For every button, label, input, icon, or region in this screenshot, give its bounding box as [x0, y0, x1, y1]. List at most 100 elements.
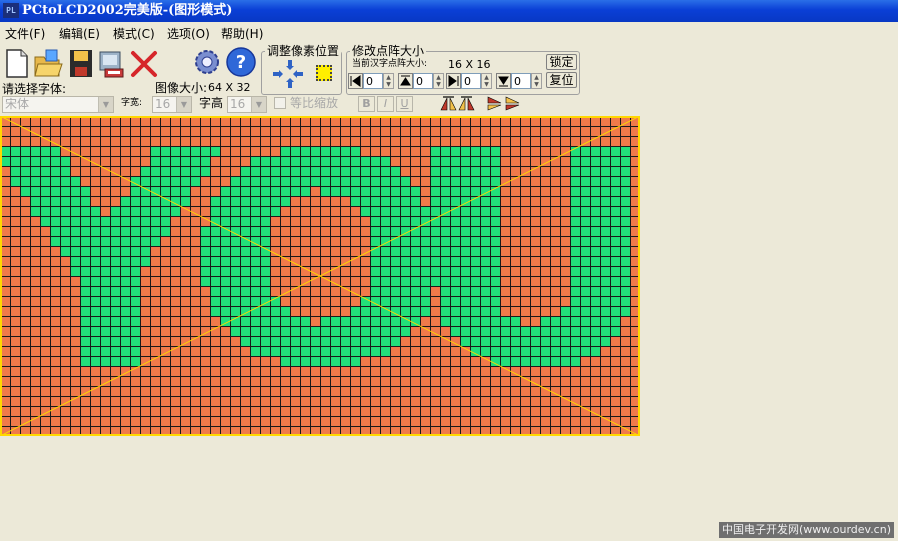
pixel-off[interactable] [571, 127, 580, 136]
pixel-off[interactable] [191, 227, 200, 236]
pixel-on[interactable] [221, 297, 230, 306]
pixel-off[interactable] [11, 387, 20, 396]
pixel-off[interactable] [41, 267, 50, 276]
pixel-off[interactable] [31, 137, 40, 146]
pixel-off[interactable] [321, 117, 330, 126]
pixel-off[interactable] [151, 407, 160, 416]
pixel-off[interactable] [551, 367, 560, 376]
pixel-off[interactable] [71, 417, 80, 426]
spin-right-stepper[interactable]: ▲ ▼ [481, 73, 492, 89]
pixel-off[interactable] [461, 377, 470, 386]
pixel-on[interactable] [81, 207, 90, 216]
pixel-off[interactable] [281, 377, 290, 386]
pixel-off[interactable] [261, 127, 270, 136]
pixel-on[interactable] [511, 327, 520, 336]
pixel-on[interactable] [411, 267, 420, 276]
pixel-off[interactable] [171, 247, 180, 256]
pixel-off[interactable] [1, 137, 10, 146]
pixel-on[interactable] [261, 167, 270, 176]
pixel-on[interactable] [241, 267, 250, 276]
pixel-off[interactable] [501, 197, 510, 206]
pixel-off[interactable] [571, 117, 580, 126]
pixel-off[interactable] [621, 327, 630, 336]
pixel-on[interactable] [91, 357, 100, 366]
pixel-on[interactable] [41, 217, 50, 226]
pixel-on[interactable] [391, 187, 400, 196]
pixel-off[interactable] [91, 417, 100, 426]
pixel-on[interactable] [61, 177, 70, 186]
pixel-on[interactable] [71, 237, 80, 246]
pixel-off[interactable] [561, 187, 570, 196]
pixel-off[interactable] [561, 177, 570, 186]
pixel-off[interactable] [541, 147, 550, 156]
pixel-on[interactable] [271, 337, 280, 346]
pixel-off[interactable] [191, 197, 200, 206]
pixel-off[interactable] [431, 117, 440, 126]
pixel-on[interactable] [121, 307, 130, 316]
pixel-on[interactable] [351, 317, 360, 326]
pixel-on[interactable] [571, 267, 580, 276]
pixel-off[interactable] [361, 287, 370, 296]
pixel-off[interactable] [511, 197, 520, 206]
pixel-on[interactable] [211, 247, 220, 256]
pixel-on[interactable] [441, 167, 450, 176]
pixel-off[interactable] [131, 387, 140, 396]
shrink-right-button[interactable] [446, 73, 461, 89]
pixel-on[interactable] [621, 277, 630, 286]
pixel-off[interactable] [431, 137, 440, 146]
pixel-off[interactable] [291, 257, 300, 266]
pixel-off[interactable] [31, 237, 40, 246]
pixel-off[interactable] [1, 287, 10, 296]
pixel-off[interactable] [251, 367, 260, 376]
pixel-on[interactable] [221, 267, 230, 276]
pixel-off[interactable] [531, 247, 540, 256]
pixel-on[interactable] [381, 207, 390, 216]
pixel-on[interactable] [241, 177, 250, 186]
pixel-off[interactable] [281, 397, 290, 406]
pixel-on[interactable] [491, 207, 500, 216]
pixel-off[interactable] [141, 407, 150, 416]
pixel-on[interactable] [71, 207, 80, 216]
pixel-on[interactable] [211, 257, 220, 266]
pixel-off[interactable] [191, 117, 200, 126]
pixel-on[interactable] [431, 247, 440, 256]
pixel-on[interactable] [141, 197, 150, 206]
pixel-off[interactable] [421, 417, 430, 426]
pixel-off[interactable] [91, 177, 100, 186]
pixel-off[interactable] [541, 127, 550, 136]
pixel-off[interactable] [501, 187, 510, 196]
pixel-on[interactable] [621, 147, 630, 156]
pixel-off[interactable] [281, 367, 290, 376]
pixel-on[interactable] [331, 327, 340, 336]
pixel-off[interactable] [231, 127, 240, 136]
pixel-off[interactable] [21, 277, 30, 286]
pixel-off[interactable] [341, 367, 350, 376]
pixel-on[interactable] [221, 307, 230, 316]
pixel-off[interactable] [111, 177, 120, 186]
pixel-off[interactable] [421, 197, 430, 206]
pixel-off[interactable] [291, 137, 300, 146]
pixel-off[interactable] [591, 367, 600, 376]
pixel-off[interactable] [351, 407, 360, 416]
pixel-off[interactable] [101, 137, 110, 146]
pixel-off[interactable] [51, 267, 60, 276]
pixel-on[interactable] [551, 317, 560, 326]
pixel-off[interactable] [291, 117, 300, 126]
pixel-on[interactable] [301, 177, 310, 186]
pixel-off[interactable] [361, 377, 370, 386]
pixel-on[interactable] [241, 257, 250, 266]
pixel-on[interactable] [211, 297, 220, 306]
pixel-on[interactable] [261, 317, 270, 326]
pixel-on[interactable] [591, 177, 600, 186]
pixel-on[interactable] [611, 177, 620, 186]
pixel-on[interactable] [211, 287, 220, 296]
pixel-off[interactable] [11, 297, 20, 306]
pixel-on[interactable] [491, 247, 500, 256]
pixel-off[interactable] [11, 397, 20, 406]
pixel-on[interactable] [291, 327, 300, 336]
pixel-off[interactable] [311, 377, 320, 386]
pixel-on[interactable] [151, 147, 160, 156]
pixel-on[interactable] [231, 227, 240, 236]
pixel-off[interactable] [341, 137, 350, 146]
pixel-on[interactable] [61, 187, 70, 196]
